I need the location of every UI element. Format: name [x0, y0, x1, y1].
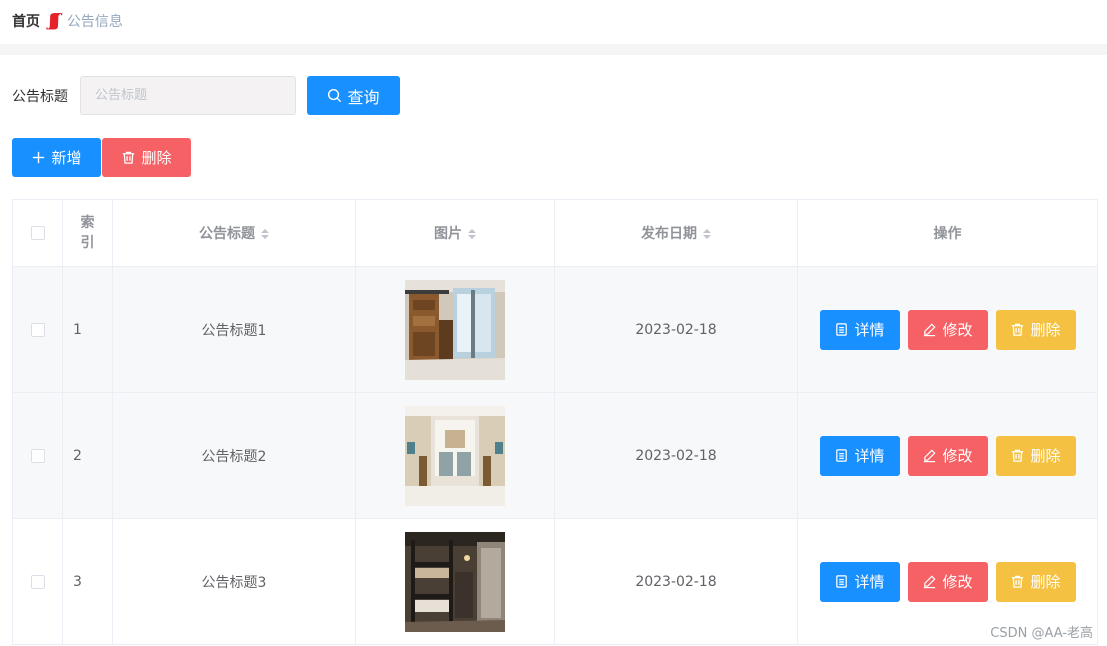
- detail-button-label: 详情: [854, 321, 885, 339]
- section-divider: [0, 44, 1107, 55]
- row-date: 2023-02-18: [554, 392, 798, 519]
- header-date-label: 发布日期: [641, 226, 697, 242]
- pencil-icon: [924, 323, 937, 337]
- header-image[interactable]: 图片: [355, 199, 555, 267]
- sort-icon[interactable]: [703, 229, 711, 239]
- delete-button[interactable]: 删除: [995, 309, 1076, 350]
- sort-icon[interactable]: [261, 229, 269, 239]
- dorm-room-photo-icon[interactable]: [405, 405, 505, 506]
- detail-button[interactable]: 详情: [819, 435, 900, 476]
- trash-icon: [1012, 449, 1024, 462]
- delete-button[interactable]: 删除: [995, 435, 1076, 476]
- row-date: 2023-02-18: [554, 518, 798, 645]
- detail-button[interactable]: 详情: [819, 309, 900, 350]
- document-icon: [836, 449, 848, 462]
- row-checkbox[interactable]: [30, 574, 45, 589]
- header-index: 索 引: [62, 199, 113, 267]
- watermark: CSDN @AA-老高: [990, 626, 1093, 641]
- row-checkbox[interactable]: [30, 322, 45, 337]
- document-icon: [836, 323, 848, 336]
- search-icon: [328, 88, 342, 103]
- batch-delete-button[interactable]: 删除: [102, 138, 191, 177]
- notice-table: 索 引 公告标题 图片 发布日期 操作 1 公告标题1 2023-02-18 详…: [12, 199, 1098, 645]
- row-title: 公告标题1: [112, 266, 356, 393]
- delete-button-label: 删除: [1030, 447, 1061, 465]
- document-icon: [836, 575, 848, 588]
- table-header-row: 索 引 公告标题 图片 发布日期 操作: [12, 199, 1098, 267]
- header-actions: 操作: [797, 199, 1098, 267]
- edit-button-label: 修改: [942, 321, 973, 339]
- dorm-room-photo-icon[interactable]: [405, 279, 505, 380]
- delete-button-label: 删除: [1030, 573, 1061, 591]
- row-actions: 详情 修改 删除: [797, 266, 1098, 393]
- row-image-cell: [355, 266, 555, 393]
- breadcrumb-home[interactable]: 首页: [12, 11, 40, 31]
- table-row: 3 公告标题3 2023-02-18 详情 修改 删除: [12, 518, 1098, 645]
- detail-button[interactable]: 详情: [819, 561, 900, 602]
- header-select-all[interactable]: [12, 199, 63, 267]
- row-date: 2023-02-18: [554, 266, 798, 393]
- trash-icon: [1012, 575, 1024, 588]
- header-title-label: 公告标题: [199, 226, 255, 242]
- edit-button[interactable]: 修改: [907, 309, 988, 350]
- row-select-cell[interactable]: [12, 518, 63, 645]
- edit-button[interactable]: 修改: [907, 561, 988, 602]
- select-all-checkbox[interactable]: [30, 226, 45, 240]
- add-button-label: 新增: [51, 149, 82, 167]
- row-index: 1: [62, 266, 113, 393]
- trash-icon: [1012, 323, 1024, 336]
- delete-button-label: 删除: [1030, 321, 1061, 339]
- row-title: 公告标题3: [112, 518, 356, 645]
- batch-delete-button-label: 删除: [141, 149, 172, 167]
- header-actions-label: 操作: [933, 226, 962, 242]
- dorm-room-photo-icon[interactable]: [405, 531, 505, 632]
- table-row: 1 公告标题1 2023-02-18 详情 修改 删除: [12, 266, 1098, 393]
- row-index: 3: [62, 518, 113, 645]
- edit-button-label: 修改: [942, 447, 973, 465]
- query-button-label: 查询: [347, 87, 380, 107]
- plus-icon: [33, 151, 45, 164]
- detail-button-label: 详情: [854, 573, 885, 591]
- row-checkbox[interactable]: [30, 448, 45, 463]
- header-title[interactable]: 公告标题: [112, 199, 356, 267]
- row-actions: 详情 修改 删除: [797, 392, 1098, 519]
- row-image-cell: [355, 392, 555, 519]
- query-button[interactable]: 查询: [307, 76, 400, 115]
- add-button[interactable]: 新增: [12, 138, 101, 177]
- breadcrumb-separator: ʃʃʃ: [49, 11, 60, 31]
- row-image-cell: [355, 518, 555, 645]
- row-title: 公告标题2: [112, 392, 356, 519]
- delete-button[interactable]: 删除: [995, 561, 1076, 602]
- row-index: 2: [62, 392, 113, 519]
- sort-icon[interactable]: [468, 229, 476, 239]
- row-select-cell[interactable]: [12, 266, 63, 393]
- trash-icon: [123, 151, 135, 164]
- search-label: 公告标题: [12, 89, 68, 105]
- header-date[interactable]: 发布日期: [554, 199, 798, 267]
- breadcrumb-current: 公告信息: [66, 14, 123, 30]
- header-image-label: 图片: [434, 226, 462, 242]
- table-row: 2 公告标题2 2023-02-18 详情 修改 删除: [12, 392, 1098, 519]
- edit-button-label: 修改: [942, 573, 973, 591]
- row-select-cell[interactable]: [12, 392, 63, 519]
- pencil-icon: [924, 575, 937, 589]
- edit-button[interactable]: 修改: [907, 435, 988, 476]
- breadcrumb: 首页 ʃʃʃ 公告信息: [12, 10, 123, 32]
- detail-button-label: 详情: [854, 447, 885, 465]
- pencil-icon: [924, 449, 937, 463]
- header-index-label: 索 引: [80, 215, 95, 251]
- search-input[interactable]: [80, 76, 296, 115]
